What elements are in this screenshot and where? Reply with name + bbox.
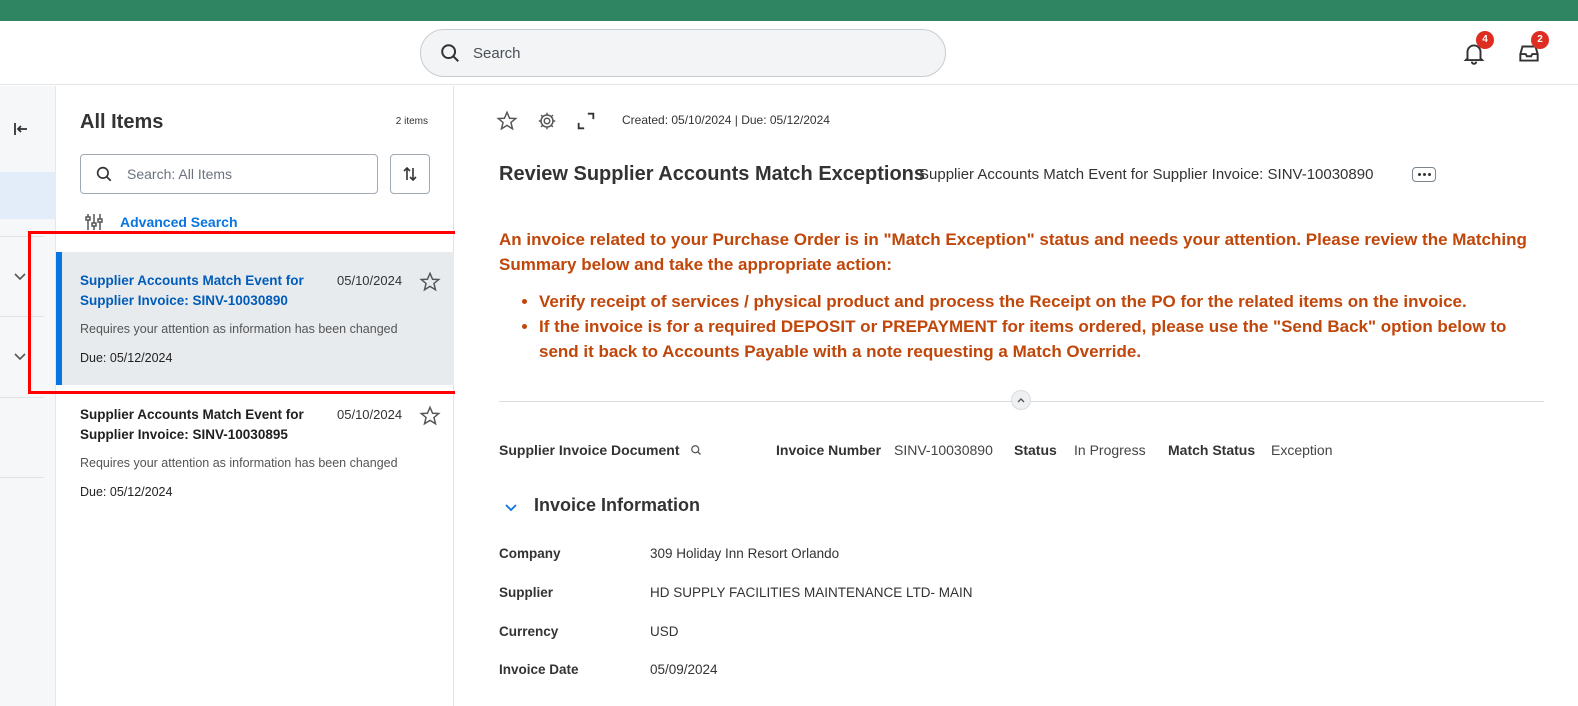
inbox-button[interactable]: 2 [1516,31,1549,66]
global-search-input[interactable]: Search [420,29,946,77]
global-search-placeholder: Search [473,44,521,62]
rail-divider [0,477,44,478]
invoice-date-value: 05/09/2024 [650,662,718,677]
list-item-description: Requires your attention as information h… [80,456,398,470]
list-title: All Items [80,111,164,133]
page-subtitle: Supplier Accounts Match Event for Suppli… [919,166,1374,183]
alert-bullets: Verify receipt of services / physical pr… [499,289,1529,364]
invoice-number-label: Invoice Number [776,442,882,458]
notifications-button[interactable]: 4 [1461,31,1494,66]
currency-value: USD [650,624,679,639]
sort-button[interactable] [390,154,430,194]
alert-intro: An invoice related to your Purchase Orde… [499,230,1527,274]
dot [1417,173,1421,176]
currency-label: Currency [499,624,559,639]
alert-bullet: If the invoice is for a required DEPOSIT… [539,314,1529,364]
collapse-rail-icon[interactable] [12,120,30,138]
items-list-panel: All Items 2 items Search: All Items Adva… [56,86,454,706]
supplier-label: Supplier [499,585,554,600]
rail-item-selected[interactable] [0,172,56,219]
global-header: Search 4 2 [0,21,1578,85]
advanced-search-label: Advanced Search [120,214,238,230]
filter-sliders-icon [85,214,103,230]
company-value: 309 Holiday Inn Resort Orlando [650,546,840,561]
list-item-title[interactable]: Supplier Accounts Match Event for Suppli… [80,405,320,445]
search-icon [441,44,459,62]
inbox-badge: 2 [1531,31,1549,49]
match-exception-alert: An invoice related to your Purchase Orde… [499,227,1529,364]
chevron-up-icon [1017,398,1025,403]
invoice-number-value: SINV-10030890 [894,442,993,458]
match-status-value: Exception [1271,442,1333,458]
chevron-down-icon[interactable] [503,499,519,515]
annotation-highlight-box [28,231,477,394]
sort-icon [403,166,417,182]
dot [1427,173,1431,176]
supplier-value: HD SUPPLY FACILITIES MAINTENANCE LTD- MA… [650,585,973,600]
chevron-down-icon[interactable] [12,348,28,364]
match-status-label: Match Status [1168,442,1256,458]
top-accent-bar [0,0,1578,21]
search-icon[interactable] [690,444,702,456]
status-value: In Progress [1074,442,1146,458]
star-icon[interactable] [419,405,441,427]
list-search-input[interactable]: Search: All Items [80,154,378,194]
expand-icon[interactable] [575,110,597,132]
more-actions-button[interactable] [1412,167,1436,182]
created-due-text: Created: 05/10/2024 | Due: 05/12/2024 [622,113,830,127]
company-label: Company [499,546,561,561]
chevron-down-icon[interactable] [12,268,28,284]
alert-bullet: Verify receipt of services / physical pr… [539,289,1529,314]
list-item-count: 2 items [395,116,428,127]
dot [1422,173,1426,176]
notifications-badge: 4 [1476,31,1494,49]
list-item-date: 05/10/2024 [337,407,403,422]
invoice-date-label: Invoice Date [499,662,579,677]
page-title: Review Supplier Accounts Match Exception… [499,163,926,185]
left-rail [0,86,56,706]
status-label: Status [1014,442,1057,458]
list-search-placeholder: Search: All Items [127,166,233,182]
invoice-information-heading[interactable]: Invoice Information [534,495,700,516]
collapse-section-button[interactable] [1011,390,1031,410]
search-icon [96,166,112,182]
gear-icon[interactable] [536,110,558,132]
advanced-search-link[interactable]: Advanced Search [84,212,238,232]
list-item-due: Due: 05/12/2024 [80,485,173,499]
list-item[interactable]: Supplier Accounts Match Event for Suppli… [56,386,454,519]
rail-divider [0,397,44,398]
supplier-invoice-document-label: Supplier Invoice Document [499,442,680,458]
main-detail-panel: Created: 05/10/2024 | Due: 05/12/2024 Re… [455,86,1578,706]
star-icon[interactable] [496,110,518,132]
